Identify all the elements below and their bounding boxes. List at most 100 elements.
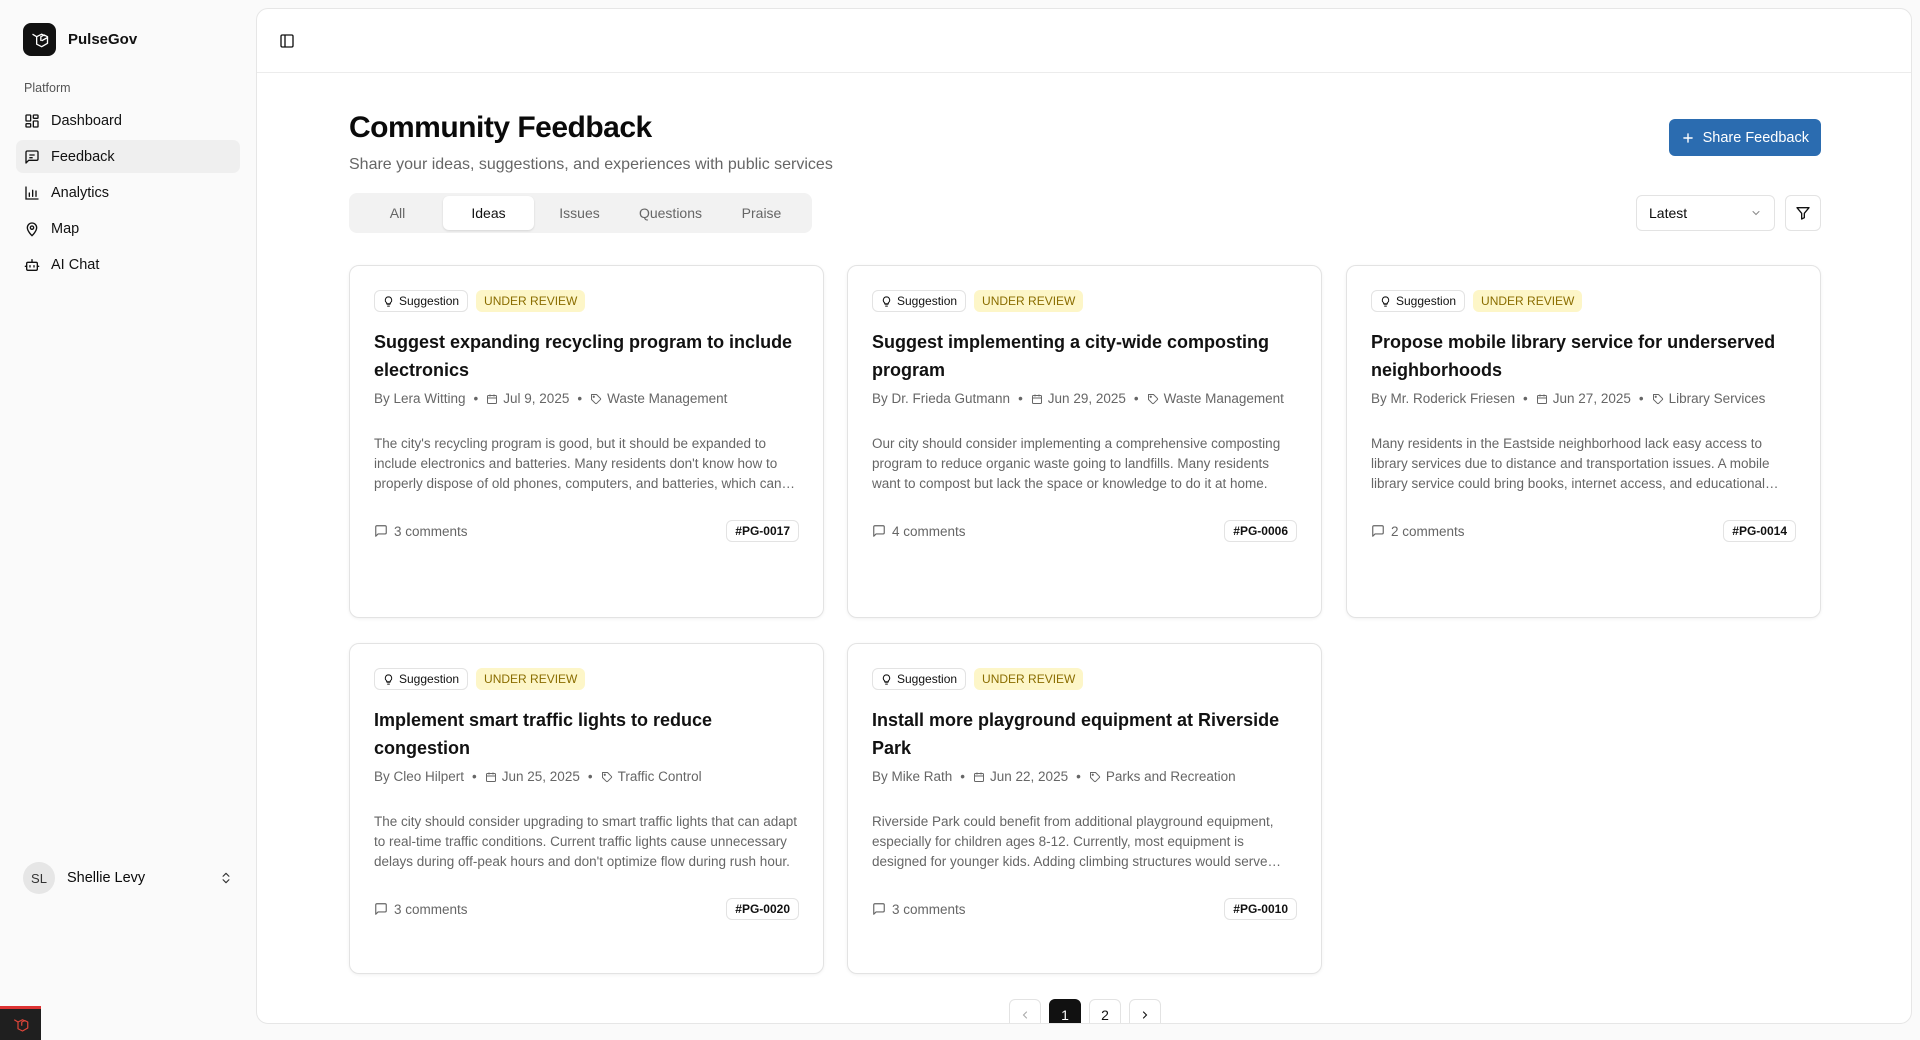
category-label: Suggestion [897, 294, 958, 308]
card-title[interactable]: Implement smart traffic lights to reduce… [374, 706, 799, 762]
feedback-id-badge: #PG-0006 [1224, 520, 1297, 542]
sidebar-nav: Dashboard Feedback Analytics Map AI Chat [16, 104, 240, 284]
card-meta: By Mr. Roderick Friesen • Jun 27, 2025 •… [1371, 388, 1796, 410]
share-feedback-label: Share Feedback [1702, 129, 1809, 146]
status-badge: UNDER REVIEW [1473, 290, 1583, 312]
chevron-right-icon [1142, 1011, 1148, 1019]
card-author: By Mike Rath [872, 769, 953, 784]
comment-count-label: 3 comments [394, 901, 468, 917]
meta-separator: • [587, 769, 593, 784]
topbar [257, 9, 1911, 73]
category-badge: Suggestion [1371, 290, 1466, 312]
feedback-card[interactable]: Suggestion UNDER REVIEW Install more pla… [847, 643, 1322, 974]
calendar-icon [487, 394, 498, 404]
bar-chart-icon [25, 185, 39, 200]
card-title[interactable]: Suggest implementing a city-wide compost… [872, 328, 1297, 384]
feedback-card[interactable]: Suggestion UNDER REVIEW Suggest expandin… [349, 265, 824, 618]
user-menu[interactable]: SL Shellie Levy [23, 862, 233, 894]
card-meta: By Mike Rath • Jun 22, 2025 • Parks and … [872, 766, 1297, 788]
comment-count-label: 4 comments [892, 523, 966, 539]
tag-icon [591, 394, 602, 405]
tab-issues[interactable]: Issues [534, 196, 625, 230]
feedback-card[interactable]: Suggestion UNDER REVIEW Implement smart … [349, 643, 824, 974]
tag-icon [1089, 772, 1100, 783]
comment-count[interactable]: 4 comments [872, 524, 966, 539]
share-feedback-button[interactable]: Share Feedback [1668, 119, 1821, 156]
app-logo-icon [23, 23, 56, 56]
card-date: Jun 25, 2025 [501, 769, 580, 784]
tag-icon [1147, 394, 1158, 405]
bot-icon [24, 258, 40, 271]
sidebar-item-ai-chat[interactable]: AI Chat [16, 248, 240, 281]
card-title[interactable]: Install more playground equipment at Riv… [872, 706, 1297, 762]
plus-icon [1682, 132, 1693, 143]
laravel-logo-icon [13, 1018, 28, 1032]
card-title[interactable]: Propose mobile library service for under… [1371, 328, 1796, 384]
sidebar-item-analytics[interactable]: Analytics [16, 176, 240, 209]
feedback-id-badge: #PG-0014 [1723, 520, 1796, 542]
sort-select[interactable]: Latest [1636, 195, 1775, 231]
calendar-icon [485, 772, 496, 782]
lightbulb-icon [384, 673, 393, 685]
meta-separator: • [1638, 391, 1644, 406]
sidebar-item-label: AI Chat [51, 256, 100, 273]
card-author: By Mr. Roderick Friesen [1371, 391, 1516, 406]
category-tabs: All Ideas Issues Questions Praise [349, 193, 812, 233]
brand[interactable]: PulseGov [23, 23, 137, 56]
card-excerpt: The city should consider upgrading to sm… [374, 814, 797, 869]
feedback-card[interactable]: Suggestion UNDER REVIEW Propose mobile l… [1346, 265, 1821, 618]
comment-count[interactable]: 3 comments [374, 524, 468, 539]
tab-ideas[interactable]: Ideas [443, 196, 534, 230]
tab-questions[interactable]: Questions [625, 196, 716, 230]
sidebar-item-label: Feedback [51, 148, 115, 165]
lightbulb-icon [384, 295, 393, 307]
calendar-icon [974, 772, 985, 782]
tag-icon [1652, 394, 1663, 405]
lightbulb-icon [882, 295, 891, 307]
user-name: Shellie Levy [67, 870, 146, 886]
lightbulb-icon [1381, 295, 1390, 307]
message-square-icon [25, 149, 39, 164]
feedback-id-badge: #PG-0020 [726, 898, 799, 920]
next-page-button[interactable] [1129, 999, 1161, 1023]
chevron-down-icon [1752, 211, 1760, 216]
avatar: SL [23, 862, 55, 894]
tab-praise[interactable]: Praise [716, 196, 807, 230]
card-tag: Waste Management [1163, 391, 1284, 406]
chevron-left-icon [1022, 1011, 1028, 1019]
meta-separator: • [577, 391, 583, 406]
category-label: Suggestion [399, 672, 460, 686]
sidebar-item-label: Map [51, 220, 80, 237]
comment-count[interactable]: 3 comments [374, 902, 468, 917]
debug-badge[interactable] [0, 1006, 41, 1040]
comment-icon [873, 525, 885, 537]
comment-icon [375, 903, 387, 915]
sidebar-item-feedback[interactable]: Feedback [16, 140, 240, 173]
tag-icon [601, 772, 612, 783]
sidebar-item-dashboard[interactable]: Dashboard [16, 104, 240, 137]
tab-all[interactable]: All [352, 196, 443, 230]
meta-separator: • [1133, 391, 1139, 406]
card-author: By Lera Witting [374, 391, 466, 406]
comment-count[interactable]: 2 comments [1371, 524, 1465, 539]
category-label: Suggestion [399, 294, 460, 308]
chevrons-up-down-icon [222, 872, 230, 884]
sidebar-item-map[interactable]: Map [16, 212, 240, 245]
category-badge: Suggestion [374, 668, 469, 690]
meta-separator: • [472, 769, 477, 784]
map-pin-icon [26, 221, 38, 237]
page-title: Community Feedback [349, 111, 652, 144]
card-title[interactable]: Suggest expanding recycling program to i… [374, 328, 799, 384]
sidebar-toggle-button[interactable] [273, 27, 301, 55]
sort-select-value: Latest [1649, 205, 1688, 221]
comment-count[interactable]: 3 comments [872, 902, 966, 917]
feedback-card[interactable]: Suggestion UNDER REVIEW Suggest implemen… [847, 265, 1322, 618]
page-1-button[interactable]: 1 [1049, 999, 1081, 1023]
prev-page-button[interactable] [1009, 999, 1041, 1023]
status-badge: UNDER REVIEW [974, 290, 1084, 312]
meta-separator: • [1018, 391, 1023, 406]
page-2-button[interactable]: 2 [1089, 999, 1121, 1023]
filter-button[interactable] [1785, 195, 1821, 231]
sidebar: PulseGov Platform Dashboard Feedback Ana… [0, 0, 256, 1040]
sidebar-item-label: Dashboard [51, 112, 122, 129]
